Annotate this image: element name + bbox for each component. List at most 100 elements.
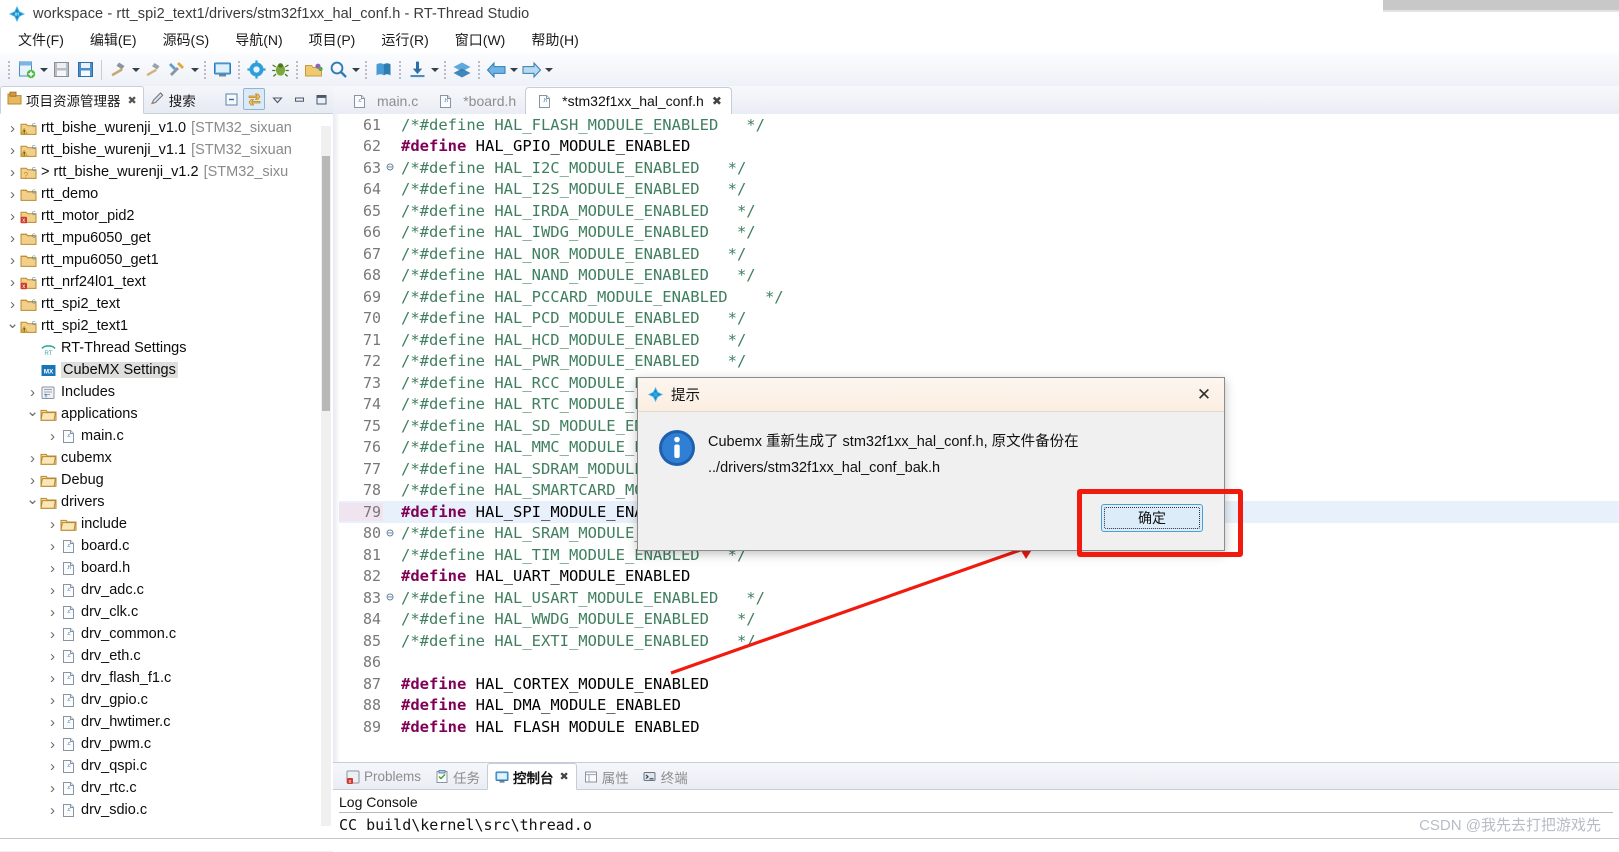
tree-item[interactable]: .c drv_adc.c: [0, 579, 333, 601]
tree-item[interactable]: .c drv_flash_f1.c: [0, 667, 333, 689]
chevron-right-icon[interactable]: [46, 759, 59, 774]
menu-item-help[interactable]: 帮助(H): [518, 28, 591, 52]
tree-item[interactable]: Cx rtt_motor_pid2: [0, 205, 333, 227]
chevron-down-icon[interactable]: [26, 407, 39, 422]
tree-item[interactable]: .c main.c: [0, 425, 333, 447]
tree-item[interactable]: Crtt_bishe_wurenji_v1.1[STM32_sixuan: [0, 139, 333, 161]
tree-item[interactable]: .c drv_qspi.c: [0, 755, 333, 777]
tree-item[interactable]: drivers: [0, 491, 333, 513]
tree-item[interactable]: .c drv_common.c: [0, 623, 333, 645]
code-line[interactable]: 61 /*#define HAL_FLASH_MODULE_ENABLED */: [333, 114, 1619, 136]
chevron-right-icon[interactable]: [46, 671, 59, 686]
fold-collapse-icon[interactable]: ⊖: [383, 590, 397, 605]
bottom-tab[interactable]: x Problems: [339, 764, 428, 789]
tree-item[interactable]: .c board.c: [0, 535, 333, 557]
download-dropdown-arrow[interactable]: [429, 59, 440, 81]
tree-item[interactable]: include: [0, 513, 333, 535]
chevron-right-icon[interactable]: [46, 693, 59, 708]
close-icon[interactable]: ✖: [560, 770, 569, 783]
bottom-tab[interactable]: 属性: [577, 764, 636, 789]
code-line[interactable]: 65 /*#define HAL_IRDA_MODULE_ENABLED */: [333, 200, 1619, 222]
tree-item[interactable]: h Includes: [0, 381, 333, 403]
new-project-dropdown-arrow[interactable]: [38, 59, 49, 81]
chevron-right-icon[interactable]: [46, 737, 59, 752]
chevron-right-icon[interactable]: [46, 429, 59, 444]
tree-item[interactable]: .c drv_pwm.c: [0, 733, 333, 755]
save-icon[interactable]: [49, 58, 73, 82]
code-line[interactable]: 67 /*#define HAL_NOR_MODULE_ENABLED */: [333, 243, 1619, 265]
link-editor-icon[interactable]: [243, 88, 265, 110]
close-icon[interactable]: ✕: [1194, 385, 1214, 405]
code-line[interactable]: 70 /*#define HAL_PCD_MODULE_ENABLED */: [333, 308, 1619, 330]
search-dropdown-arrow[interactable]: [350, 59, 361, 81]
chevron-right-icon[interactable]: [6, 187, 19, 202]
scrollbar-thumb[interactable]: [322, 156, 330, 411]
code-line[interactable]: 83 ⊖ /*#define HAL_USART_MODULE_ENABLED */: [333, 587, 1619, 609]
tree-item[interactable]: Crtt_mpu6050_get1: [0, 249, 333, 271]
editor-tab[interactable]: .h *board.h: [427, 88, 525, 114]
chevron-right-icon[interactable]: [46, 781, 59, 796]
forward-arrow-icon[interactable]: [519, 58, 543, 82]
fold-collapse-icon[interactable]: ⊖: [383, 526, 397, 541]
chevron-right-icon[interactable]: [46, 583, 59, 598]
code-line[interactable]: 68 /*#define HAL_NAND_MODULE_ENABLED */: [333, 265, 1619, 287]
code-line[interactable]: 69 /*#define HAL_PCCARD_MODULE_ENABLED */: [333, 286, 1619, 308]
open-resource-icon[interactable]: [302, 58, 326, 82]
tree-item[interactable]: .h board.h: [0, 557, 333, 579]
tab-project-explorer[interactable]: 项目资源管理器 ✖: [0, 86, 144, 114]
chevron-right-icon[interactable]: [46, 803, 59, 818]
tree-item[interactable]: RT RT-Thread Settings: [0, 337, 333, 359]
view-menu-icon[interactable]: [267, 89, 287, 109]
tree-item[interactable]: .c drv_eth.c: [0, 645, 333, 667]
chevron-right-icon[interactable]: [46, 715, 59, 730]
tab-search[interactable]: 搜索: [144, 87, 202, 113]
back-arrow-icon[interactable]: [484, 58, 508, 82]
forward-dropdown-arrow[interactable]: [543, 59, 554, 81]
menu-item-project[interactable]: 项目(P): [296, 28, 369, 52]
code-line[interactable]: 89 #define HAL FLASH MODULE ENABLED: [333, 716, 1619, 738]
debug-bug-icon[interactable]: [268, 58, 292, 82]
chevron-down-icon[interactable]: [6, 319, 19, 334]
layers-icon[interactable]: [450, 58, 474, 82]
chevron-right-icon[interactable]: [26, 473, 39, 488]
chevron-right-icon[interactable]: [6, 253, 19, 268]
collapse-all-icon[interactable]: [221, 89, 241, 109]
tree-item[interactable]: cubemx: [0, 447, 333, 469]
minimize-icon[interactable]: [289, 89, 309, 109]
build-config-icon[interactable]: [165, 58, 189, 82]
chevron-right-icon[interactable]: [6, 209, 19, 224]
menu-item-source[interactable]: 源码(S): [150, 28, 223, 52]
code-line[interactable]: 84 /*#define HAL_WWDG_MODULE_ENABLED */: [333, 609, 1619, 631]
chevron-right-icon[interactable]: [6, 143, 19, 158]
editor-tab[interactable]: .c main.c: [341, 88, 427, 114]
chevron-right-icon[interactable]: [46, 627, 59, 642]
fold-collapse-icon[interactable]: ⊖: [383, 160, 397, 175]
code-line[interactable]: 87 #define HAL_CORTEX_MODULE_ENABLED: [333, 673, 1619, 695]
tree-item[interactable]: Crtt_bishe_wurenji_v1.0[STM32_sixuan: [0, 117, 333, 139]
tree-item[interactable]: Debug: [0, 469, 333, 491]
chevron-right-icon[interactable]: [6, 275, 19, 290]
code-line[interactable]: 72 /*#define HAL_PWR_MODULE_ENABLED */: [333, 351, 1619, 373]
project-tree[interactable]: Crtt_bishe_wurenji_v1.0[STM32_sixuanCrtt…: [0, 114, 333, 851]
chevron-right-icon[interactable]: [6, 165, 19, 180]
chevron-right-icon[interactable]: [46, 517, 59, 532]
tree-item[interactable]: Crtt_demo: [0, 183, 333, 205]
code-line[interactable]: 88 #define HAL_DMA_MODULE_ENABLED: [333, 695, 1619, 717]
maximize-icon[interactable]: [311, 89, 331, 109]
tree-item[interactable]: Crtt_spi2_text: [0, 293, 333, 315]
ok-button[interactable]: 确定: [1101, 504, 1203, 532]
tree-item[interactable]: .c drv_rtc.c: [0, 777, 333, 799]
tree-item[interactable]: .c drv_hwtimer.c: [0, 711, 333, 733]
save-all-icon[interactable]: [73, 58, 97, 82]
menu-item-navigate[interactable]: 导航(N): [222, 28, 295, 52]
chevron-right-icon[interactable]: [46, 539, 59, 554]
tree-item-selected[interactable]: MX CubeMX Settings: [0, 359, 333, 381]
code-line[interactable]: 85 /*#define HAL_EXTI_MODULE_ENABLED */: [333, 630, 1619, 652]
info-dialog[interactable]: 提示 ✕ Cubemx 重新生成了 stm32f1xx_hal_conf.h, …: [637, 377, 1225, 551]
tree-item[interactable]: .c drv_sdio.c: [0, 799, 333, 821]
close-icon[interactable]: ✖: [128, 94, 137, 107]
bottom-tab[interactable]: 控制台 ✖: [487, 763, 577, 790]
code-line[interactable]: 82 #define HAL_UART_MODULE_ENABLED: [333, 566, 1619, 588]
code-line[interactable]: 86: [333, 652, 1619, 674]
chevron-right-icon[interactable]: [26, 385, 39, 400]
